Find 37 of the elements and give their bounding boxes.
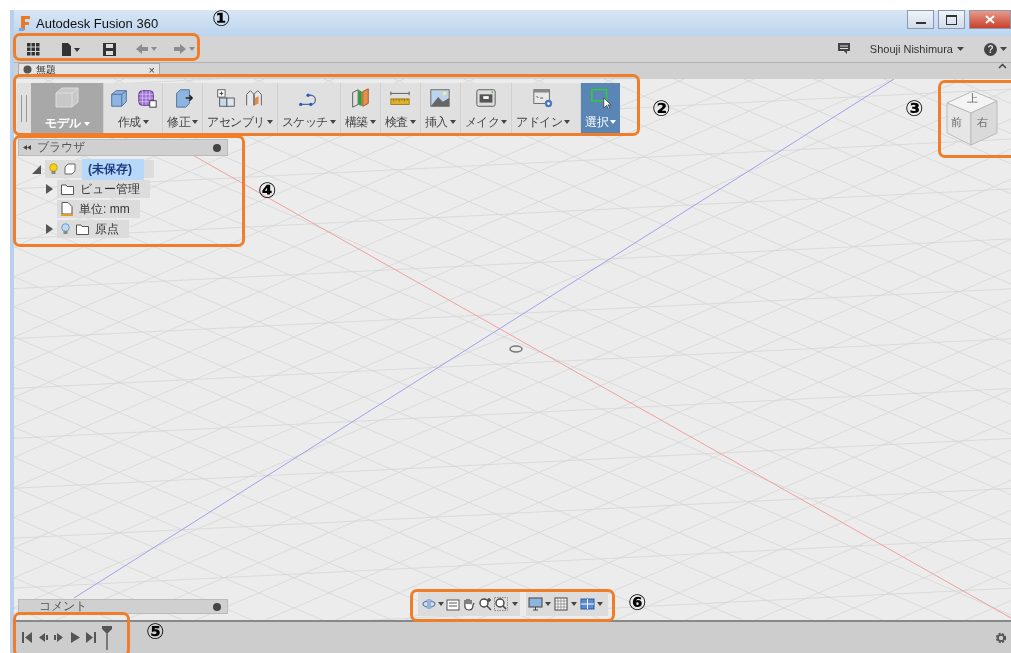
- ribbon-group-button[interactable]: スケッチ: [276, 83, 340, 134]
- view-cube-face-label[interactable]: 右: [977, 115, 988, 130]
- ribbon-group-label: アドイン: [516, 113, 562, 131]
- view-cube[interactable]: 上 前 右: [941, 85, 1005, 151]
- ribbon-group-button[interactable]: アセンブリ: [202, 83, 277, 134]
- close-tab-button[interactable]: ×: [148, 63, 155, 76]
- ribbon-group-label: 作成: [117, 113, 141, 131]
- ribbon-group-label: 挿入: [424, 113, 448, 131]
- ribbon-group-button[interactable]: メイク: [459, 83, 511, 134]
- panel-title: コメント: [39, 598, 87, 615]
- ribbon-group-label: メイク: [464, 113, 499, 131]
- ribbon-group-button[interactable]: 検査: [379, 83, 420, 134]
- ribbon-group-label: 選択: [585, 113, 608, 131]
- window-title: Autodesk Fusion 360: [36, 15, 159, 31]
- user-menu[interactable]: Shouji Nishimura: [869, 43, 964, 55]
- tree-item[interactable]: (未保存): [82, 158, 144, 180]
- callout-number: ④: [258, 180, 277, 202]
- ribbon-group-button[interactable]: 作成: [103, 83, 162, 134]
- ribbon-group-button[interactable]: 修正: [162, 83, 202, 134]
- ribbon-group-button[interactable]: アドイン: [511, 83, 574, 134]
- ribbon-group-button[interactable]: 構築: [339, 83, 380, 134]
- ribbon-group-button[interactable]: 挿入: [419, 83, 460, 134]
- ribbon-group-button[interactable]: 選択: [580, 83, 620, 134]
- ribbon-group-label: 構築: [344, 113, 368, 131]
- callout-number: ③: [905, 98, 924, 120]
- callout-number: ①: [212, 8, 231, 30]
- callout-number: ⑥: [628, 592, 647, 614]
- tab-label: 無題: [36, 64, 56, 75]
- ribbon-group-label: アセンブリ: [207, 113, 265, 131]
- callout-number: ⑤: [146, 621, 165, 643]
- ribbon-group-label: スケッチ: [281, 113, 328, 131]
- ribbon-group-label: 修正: [167, 113, 190, 131]
- view-cube-face-label[interactable]: 上: [967, 91, 978, 106]
- view-cube-face-label[interactable]: 前: [951, 115, 962, 130]
- panel-title: ブラウザ: [37, 139, 85, 156]
- callout-number: ②: [652, 98, 671, 120]
- ribbon-group-label: 検査: [384, 113, 408, 131]
